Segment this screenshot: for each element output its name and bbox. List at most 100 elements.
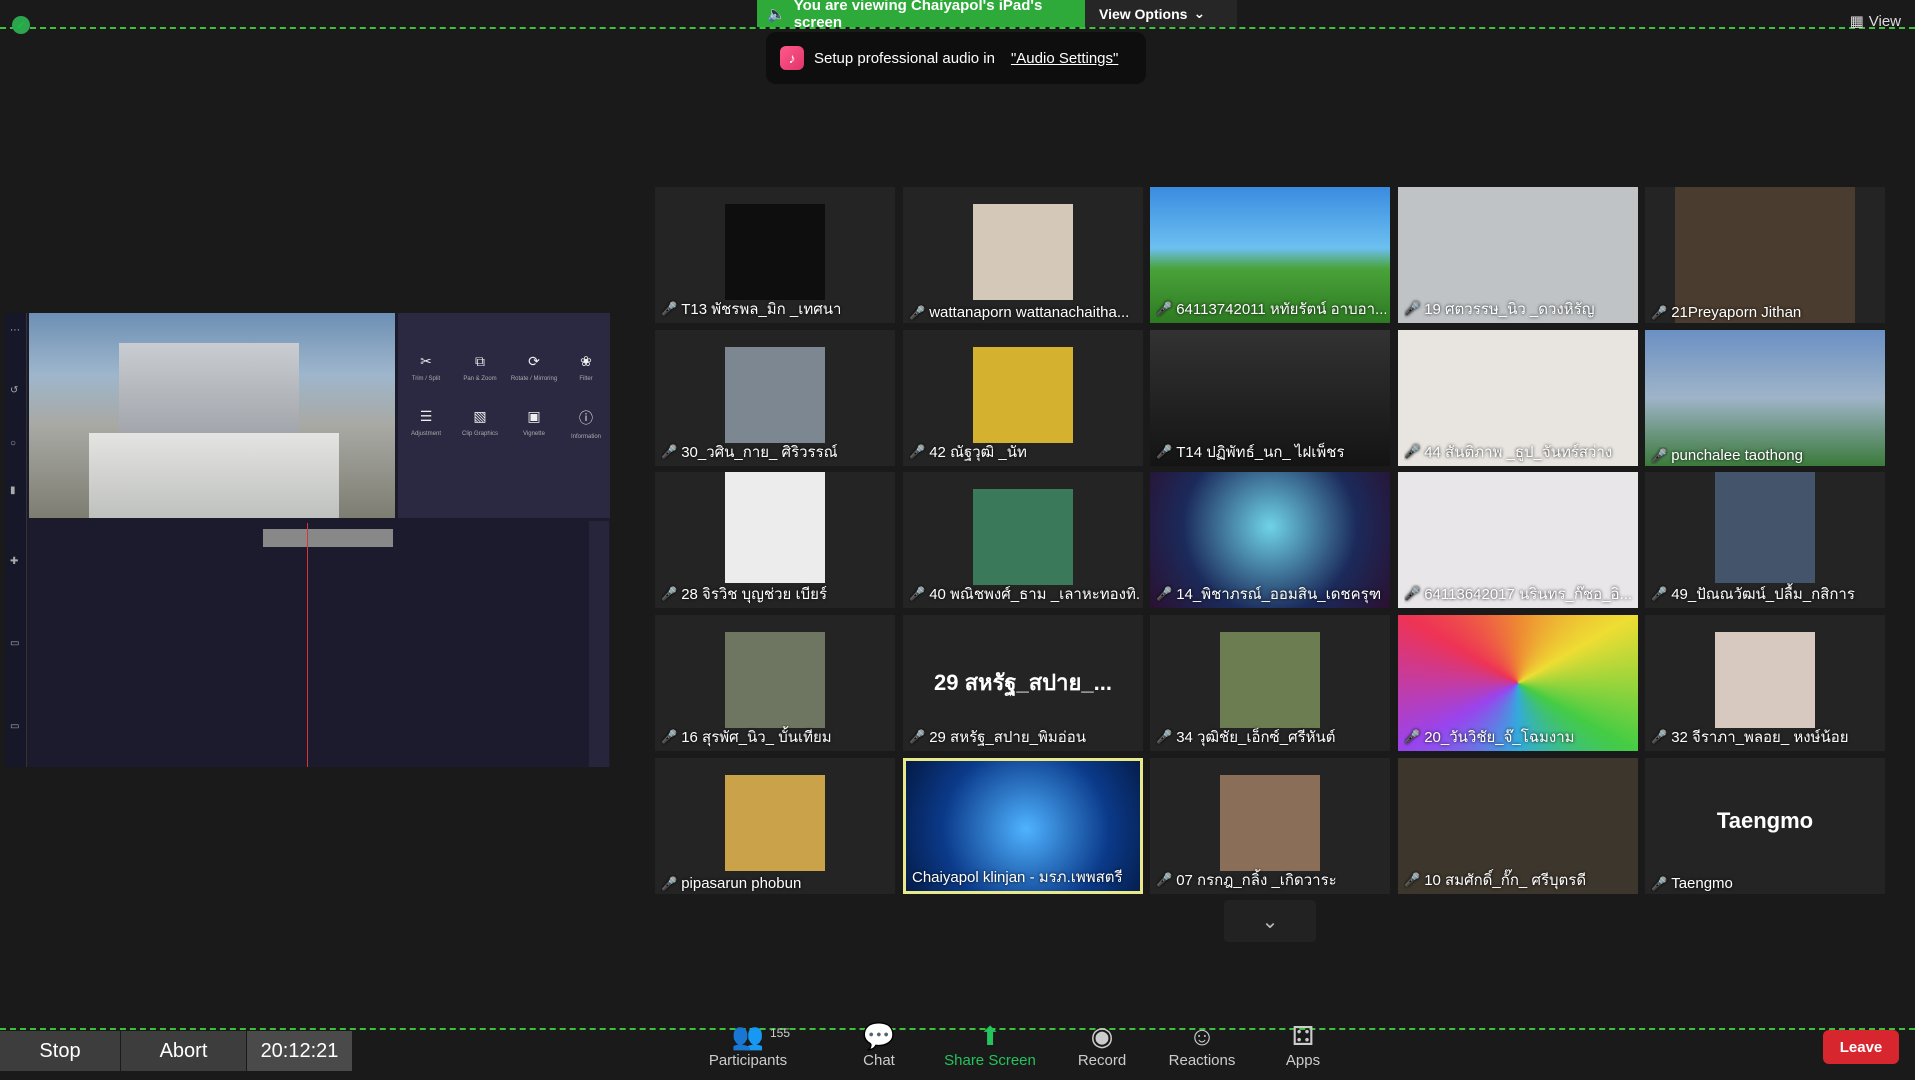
participant-name-bar: 🎤 T13 พัชรพล_มิก _เทศนา <box>661 297 891 321</box>
participant-tile[interactable]: 🎤 wattanaporn wattanachaitha... <box>903 187 1143 323</box>
muted-mic-icon: 🎤 <box>909 444 926 459</box>
shared-screen[interactable]: ⋯ ↺ ○ ▮ ✚ ▭ ▭ ✂ Trim / Split ⧉ Pan & Zoom … <box>5 313 610 767</box>
participant-name: 44 สันติภาพ _ธูป_จันทร์สว่าง <box>1424 444 1613 461</box>
viewing-label: You are viewing Chaiyapol's iPad's scree… <box>793 0 1043 31</box>
participant-name: 16 สุรพัศ_นิว_ บั้นเทียม <box>681 729 832 746</box>
participant-tile[interactable]: 🎤 pipasarun phobun <box>655 758 895 894</box>
chevron-down-icon: ⌄ <box>1193 5 1206 21</box>
participant-name-bar: 🎤 16 สุรพัศ_นิว_ บั้นเทียม <box>661 725 891 749</box>
participant-video <box>1220 632 1320 728</box>
participant-video <box>725 347 825 443</box>
participant-video <box>973 347 1073 443</box>
music-icon: ♪ <box>780 46 804 70</box>
participant-tile[interactable]: 🎤 14_พิชาภรณ์_ออมสิน_เดชครุฑ <box>1150 472 1390 608</box>
stop-recording-button[interactable]: Stop <box>0 1031 121 1071</box>
participant-tile[interactable]: Chaiyapol klinjan - มรภ.เพพสตรี <box>903 758 1143 894</box>
layer-icon: ▭ <box>10 638 20 649</box>
participant-name: 64113742011 หทัยรัตน์ อาบอา... <box>1176 301 1386 318</box>
participant-tile[interactable]: 🎤 64113742011 หทัยรัตน์ อาบอา... <box>1150 187 1390 323</box>
participant-tile[interactable]: 🎤 32 จีราภา_พลอย_ หงษ์น้อย <box>1645 615 1885 751</box>
participant-tile[interactable]: 🎤 42 ณัฐวุฒิ _นัท <box>903 330 1143 466</box>
participant-name: 49_ปัณณวัฒน์_ปลื้ม_กสิการ <box>1671 586 1855 603</box>
participants-button[interactable]: 👥 Participants <box>693 1020 803 1069</box>
chevron-down-icon[interactable]: ⌄ <box>1224 900 1316 942</box>
participant-tile[interactable]: 🎤 19 ศตวรรษ_นิว _ดวงหิรัญ <box>1398 187 1638 323</box>
muted-mic-icon: 🎤 <box>1156 444 1173 459</box>
record-icon: ◉ <box>1090 1021 1114 1051</box>
participant-name-bar: Chaiyapol klinjan - มรภ.เพพสตรี <box>912 865 1136 889</box>
adjustment-tool: ☰ Adjustment <box>410 408 441 437</box>
participant-video <box>1645 330 1885 466</box>
participant-tile[interactable]: 🎤 44 สันติภาพ _ธูป_จันทร์สว่าง <box>1398 330 1638 466</box>
building-front-shape <box>89 433 339 518</box>
participant-tile[interactable]: 🎤 07 กรกฎ_กลิ้ง _เกิดวาระ <box>1150 758 1390 894</box>
record-label: Record <box>1077 1052 1127 1069</box>
participant-name: wattanaporn wattanachaitha... <box>929 304 1130 321</box>
participant-name-bar: 🎤 29 สหรัฐ_สปาย_พิมอ่อน <box>909 725 1139 749</box>
video-preview <box>29 313 395 518</box>
participant-tile[interactable]: 🎤 20_วันวิชัย_จ๊_โฉมงาม <box>1398 615 1638 751</box>
participant-video <box>973 204 1073 300</box>
participant-video <box>1220 775 1320 871</box>
participant-name: T14 ปฏิพัทธ์_นก_ ไฝเพ็ชร <box>1176 444 1345 461</box>
chat-button[interactable]: 💬 Chat <box>824 1020 934 1069</box>
participant-tile[interactable]: 🎤 T14 ปฏิพัทธ์_นก_ ไฝเพ็ชร <box>1150 330 1390 466</box>
participant-name: punchalee taothong <box>1671 447 1803 464</box>
audio-settings-link[interactable]: "Audio Settings" <box>1011 50 1118 67</box>
participant-tile[interactable]: 29 สหรัฐ_สปาย_... 🎤 29 สหรัฐ_สปาย_พิมอ่อน <box>903 615 1143 751</box>
muted-mic-icon: 🎤 <box>1651 875 1668 891</box>
share-screen-icon: ⬆ <box>979 1021 1001 1051</box>
participant-name-bar: 🎤 32 จีราภา_พลอย_ หงษ์น้อย <box>1651 725 1881 749</box>
chat-icon: 💬 <box>862 1021 896 1051</box>
record-button[interactable]: ◉ Record <box>1047 1020 1157 1069</box>
participant-name: pipasarun phobun <box>681 875 802 892</box>
rotate-tool: ⟳ Rotate / Mirroring <box>510 353 558 382</box>
muted-mic-icon: 🎤 <box>909 304 926 320</box>
participant-tile[interactable]: 🎤 punchalee taothong <box>1645 330 1885 466</box>
participant-name-bar: 🎤 Taengmo <box>1651 875 1881 892</box>
apps-button[interactable]: ⚃ Apps <box>1248 1020 1358 1069</box>
smiley-icon: ☺ <box>1188 1021 1216 1051</box>
participant-tile[interactable]: 🎤 49_ปัณณวัฒน์_ปลื้ม_กสิการ <box>1645 472 1885 608</box>
abort-recording-button[interactable]: Abort <box>121 1031 247 1071</box>
participant-tile[interactable]: 🎤 34 วุฒิชัย_เอ็กซ์_ศรีหันต์ <box>1150 615 1390 751</box>
view-options-label: View Options <box>1099 5 1188 22</box>
participant-name: 20_วันวิชัย_จ๊_โฉมงาม <box>1424 729 1575 746</box>
reactions-label: Reactions <box>1168 1052 1236 1069</box>
participant-name-bar: 🎤 40 พณิชพงศ์_ธาม _เลาหะทองทิ... <box>909 582 1139 606</box>
participant-tile[interactable]: Taengmo 🎤 Taengmo <box>1645 758 1885 894</box>
participant-tile[interactable]: 🎤 40 พณิชพงศ์_ธาม _เลาหะทองทิ... <box>903 472 1143 608</box>
undo-icon: ↺ <box>10 385 19 396</box>
clip-graphics-tool: ▧ Clip Graphics <box>461 408 498 437</box>
reactions-button[interactable]: ☺ Reactions <box>1147 1020 1257 1069</box>
participant-tile[interactable]: 🎤 16 สุรพัศ_นิว_ บั้นเทียม <box>655 615 895 751</box>
muted-mic-icon: 🎤 <box>1651 586 1668 601</box>
security-shield-icon[interactable]: ✓ <box>12 16 30 34</box>
participant-video <box>725 775 825 871</box>
participant-tile[interactable]: 🎤 64113642017 นรินทร_ก๊ชอ_อิ... <box>1398 472 1638 608</box>
participant-tile[interactable]: 🎤 28 จิรวิช บุญช่วย เบียร์ <box>655 472 895 608</box>
view-layout-button[interactable]: ▦ View <box>1850 12 1901 31</box>
participant-name: 10 สมศักดิ์_กั๊ก_ ศรีบุตรดี <box>1424 872 1587 889</box>
muted-mic-icon: 🎤 <box>1156 729 1173 744</box>
participant-name: 14_พิชาภรณ์_ออมสิน_เดชครุฑ <box>1176 586 1382 603</box>
muted-mic-icon: 🎤 <box>661 729 678 744</box>
participant-tile[interactable]: 🎤 T13 พัชรพล_มิก _เทศนา <box>655 187 895 323</box>
participant-tile[interactable]: 🎤 30_วศิน_กาย_ ศิริวรรณ์ <box>655 330 895 466</box>
muted-mic-icon: 🎤 <box>1651 304 1668 320</box>
participant-video <box>1715 472 1815 583</box>
viewing-status: 🔈 You are viewing Chaiyapol's iPad's scr… <box>757 0 1085 31</box>
participant-name-bar: 🎤 64113642017 นรินทร_ก๊ชอ_อิ... <box>1404 582 1634 606</box>
share-screen-button[interactable]: ⬆ Share Screen <box>935 1020 1045 1069</box>
view-options-button[interactable]: View Options ⌄ <box>1085 0 1237 27</box>
timeline-right-bar <box>589 521 609 767</box>
participant-name-bar: 🎤 wattanaporn wattanachaitha... <box>909 304 1139 321</box>
participant-name: 32 จีราภา_พลอย_ หงษ์น้อย <box>1671 729 1849 746</box>
muted-mic-icon: 🎤 <box>1404 444 1421 459</box>
muted-mic-icon: 🎤 <box>1156 586 1173 601</box>
leave-button[interactable]: Leave <box>1823 1030 1899 1064</box>
participant-tile[interactable]: 🎤 10 สมศักดิ์_กั๊ก_ ศรีบุตรดี <box>1398 758 1638 894</box>
participant-name: 64113642017 นรินทร_ก๊ชอ_อิ... <box>1424 586 1632 603</box>
participant-tile[interactable]: 🎤 21Preyaporn Jithan <box>1645 187 1885 323</box>
participant-display-name: 29 สหรัฐ_สปาย_... <box>934 670 1112 695</box>
